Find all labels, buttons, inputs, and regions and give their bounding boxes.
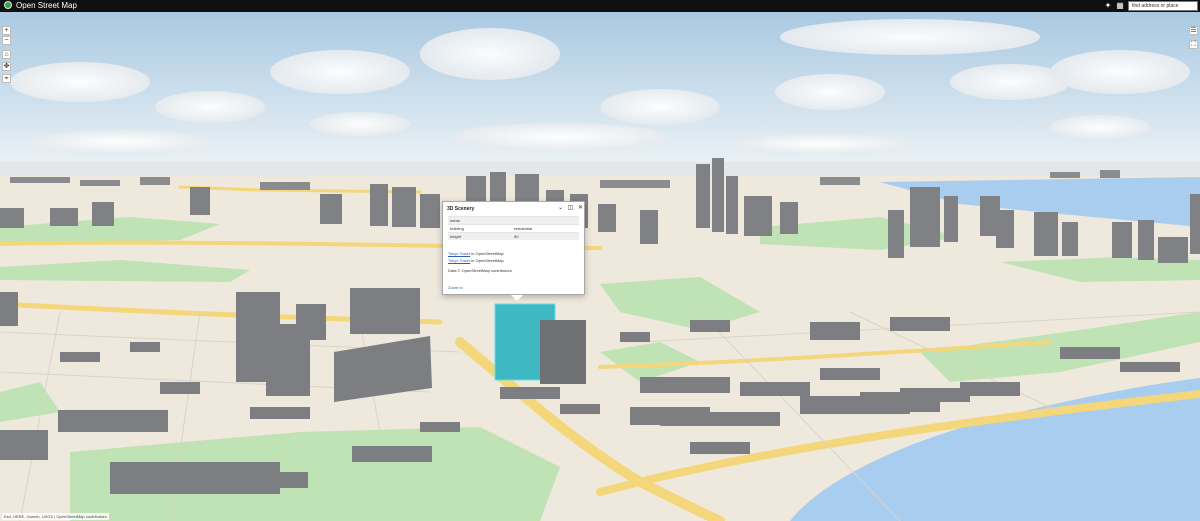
zoom-out-button[interactable]: − <box>2 36 11 45</box>
zoom-in-button[interactable]: + <box>2 26 11 35</box>
attribute-key: name <box>448 216 512 225</box>
popup-link-line: Tokyo Tower in OpenStreetMap <box>448 258 504 264</box>
zoom-to-button[interactable]: Zoom to <box>448 285 463 291</box>
attribute-key: height <box>448 232 512 240</box>
attribute-row: name <box>448 216 579 225</box>
link-suffix: in OpenStreetMap <box>470 251 504 256</box>
settings-icon[interactable]: ✦ <box>1104 2 1112 10</box>
layer-list-button[interactable]: ☰ <box>1189 26 1198 35</box>
home-button[interactable]: ⌂ <box>2 50 11 59</box>
locate-button[interactable]: ⌖ <box>2 74 11 83</box>
attribute-row: building residential <box>448 224 579 233</box>
collapse-icon[interactable]: ⌄ <box>557 205 564 212</box>
search-input[interactable]: find address or place <box>1128 1 1198 11</box>
attribute-value <box>512 216 579 225</box>
popup-title: 3D Scenery <box>447 206 475 212</box>
popup-actions: ⌄ ◫ ✕ <box>557 205 584 212</box>
popup-attributes: name building residential height 90 <box>448 216 579 240</box>
attribute-value: residential <box>512 224 579 233</box>
top-icons: ✦ ▦ <box>1104 0 1126 12</box>
dock-icon[interactable]: ◫ <box>567 205 574 212</box>
top-bar: Open Street Map ✦ ▦ find address or plac… <box>0 0 1200 12</box>
map-scene[interactable]: + − ⌂ ✥ ⌖ ☰ ⛶ 3D Scenery ⌄ ◫ ✕ name buil… <box>0 12 1200 521</box>
osm-link[interactable]: Tokyo Tower <box>448 251 470 256</box>
popup-note: Data © OpenStreetMap contributors <box>448 268 512 273</box>
attribution: Esri, HERE, Garmin, USGS | OpenStreetMap… <box>2 513 109 520</box>
close-icon[interactable]: ✕ <box>577 205 584 212</box>
scene-canvas <box>0 12 1200 521</box>
grid-icon[interactable]: ▦ <box>1116 2 1124 10</box>
link-suffix: in OpenStreetMap <box>470 258 504 263</box>
popup-link-line: Tokyo Tower in OpenStreetMap <box>448 251 504 257</box>
attribute-key: building <box>448 224 512 233</box>
app-logo <box>4 1 12 9</box>
attribute-value: 90 <box>512 232 579 240</box>
feature-popup: 3D Scenery ⌄ ◫ ✕ name building residenti… <box>442 201 585 301</box>
edit-link[interactable]: Tokyo Tower <box>448 258 470 263</box>
compass-button[interactable]: ✥ <box>2 62 11 71</box>
app-title: Open Street Map <box>16 1 77 10</box>
fullscreen-button[interactable]: ⛶ <box>1189 40 1198 49</box>
attribute-row: height 90 <box>448 232 579 240</box>
